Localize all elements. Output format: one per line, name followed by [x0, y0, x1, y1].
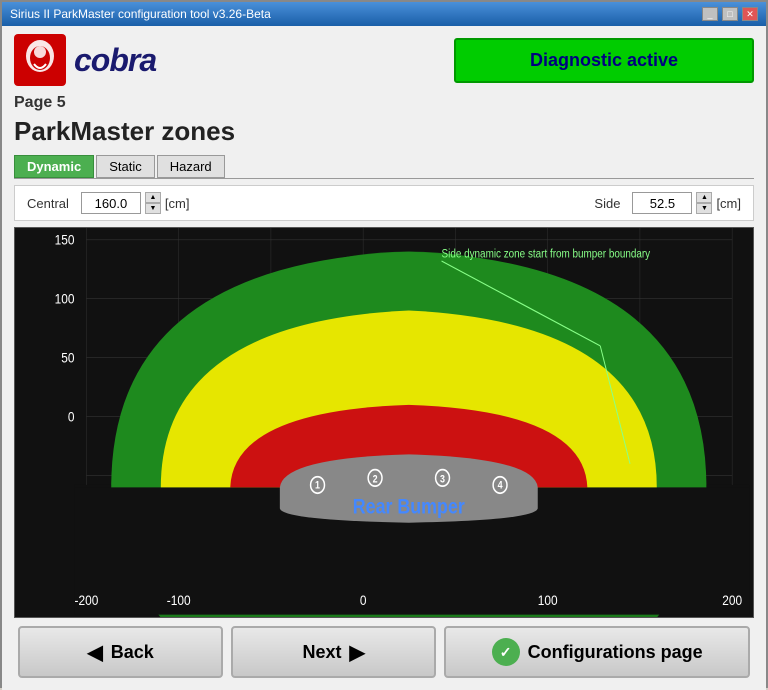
svg-text:50: 50 — [61, 349, 74, 365]
bottom-bar: ◀ Back Next ▶ ✓ Configurations page — [14, 618, 754, 682]
zone-title: ParkMaster zones — [14, 116, 754, 147]
svg-text:2: 2 — [373, 474, 378, 486]
back-button[interactable]: ◀ Back — [18, 626, 223, 678]
central-label: Central — [27, 196, 69, 211]
side-up-button[interactable]: ▲ — [696, 192, 712, 203]
svg-text:1: 1 — [315, 480, 320, 492]
svg-text:Side dynamic zone start from b: Side dynamic zone start from bumper boun… — [442, 248, 651, 261]
window-controls: _ □ ✕ — [702, 7, 758, 21]
tabs-row: Dynamic Static Hazard — [14, 155, 754, 179]
svg-text:4: 4 — [498, 480, 503, 492]
central-up-button[interactable]: ▲ — [145, 192, 161, 203]
svg-text:100: 100 — [55, 290, 75, 306]
chart-area: 1 2 3 4 Rear Bumper 150 100 50 0 -200 -1… — [14, 227, 754, 618]
next-button[interactable]: Next ▶ — [231, 626, 436, 678]
central-unit: [cm] — [165, 196, 190, 211]
back-label: Back — [111, 642, 154, 663]
diagnostic-badge: Diagnostic active — [454, 38, 754, 83]
zone-chart: 1 2 3 4 Rear Bumper 150 100 50 0 -200 -1… — [15, 228, 753, 617]
config-check-icon: ✓ — [492, 638, 520, 666]
next-label: Next — [303, 642, 342, 663]
config-label: Configurations page — [528, 642, 703, 663]
svg-text:0: 0 — [360, 592, 367, 608]
svg-text:-100: -100 — [167, 592, 191, 608]
svg-text:200: 200 — [722, 592, 742, 608]
svg-text:150: 150 — [55, 232, 75, 248]
header-row: cobra Diagnostic active — [14, 34, 754, 86]
svg-text:Rear Bumper: Rear Bumper — [353, 495, 465, 519]
side-down-button[interactable]: ▼ — [696, 203, 712, 214]
side-input[interactable] — [632, 192, 692, 214]
side-spinner: ▲ ▼ — [696, 192, 712, 214]
minimize-button[interactable]: _ — [702, 7, 718, 21]
title-bar: Sirius II ParkMaster configuration tool … — [2, 2, 766, 26]
back-icon: ◀ — [87, 640, 102, 665]
side-unit: [cm] — [716, 196, 741, 211]
app-title: Sirius II ParkMaster configuration tool … — [10, 7, 271, 21]
central-input-group: ▲ ▼ [cm] — [81, 192, 190, 214]
central-down-button[interactable]: ▼ — [145, 203, 161, 214]
central-input[interactable] — [81, 192, 141, 214]
next-icon: ▶ — [350, 640, 365, 665]
tab-static[interactable]: Static — [96, 155, 155, 178]
configurations-button[interactable]: ✓ Configurations page — [444, 626, 750, 678]
maximize-button[interactable]: □ — [722, 7, 738, 21]
side-input-group: ▲ ▼ [cm] — [632, 192, 741, 214]
svg-text:100: 100 — [538, 592, 558, 608]
tab-dynamic[interactable]: Dynamic — [14, 155, 94, 178]
controls-row: Central ▲ ▼ [cm] Side ▲ ▼ [cm] — [14, 185, 754, 221]
cobra-logo-icon — [14, 34, 66, 86]
central-spinner: ▲ ▼ — [145, 192, 161, 214]
svg-text:-200: -200 — [75, 592, 99, 608]
svg-text:3: 3 — [440, 474, 445, 486]
tab-hazard[interactable]: Hazard — [157, 155, 225, 178]
svg-text:0: 0 — [68, 408, 75, 424]
page-number: Page 5 — [14, 94, 754, 112]
close-button[interactable]: ✕ — [742, 7, 758, 21]
cobra-logo-text: cobra — [74, 42, 156, 79]
main-content: cobra Diagnostic active Page 5 ParkMaste… — [2, 26, 766, 690]
logo-area: cobra — [14, 34, 156, 86]
side-label: Side — [594, 196, 620, 211]
